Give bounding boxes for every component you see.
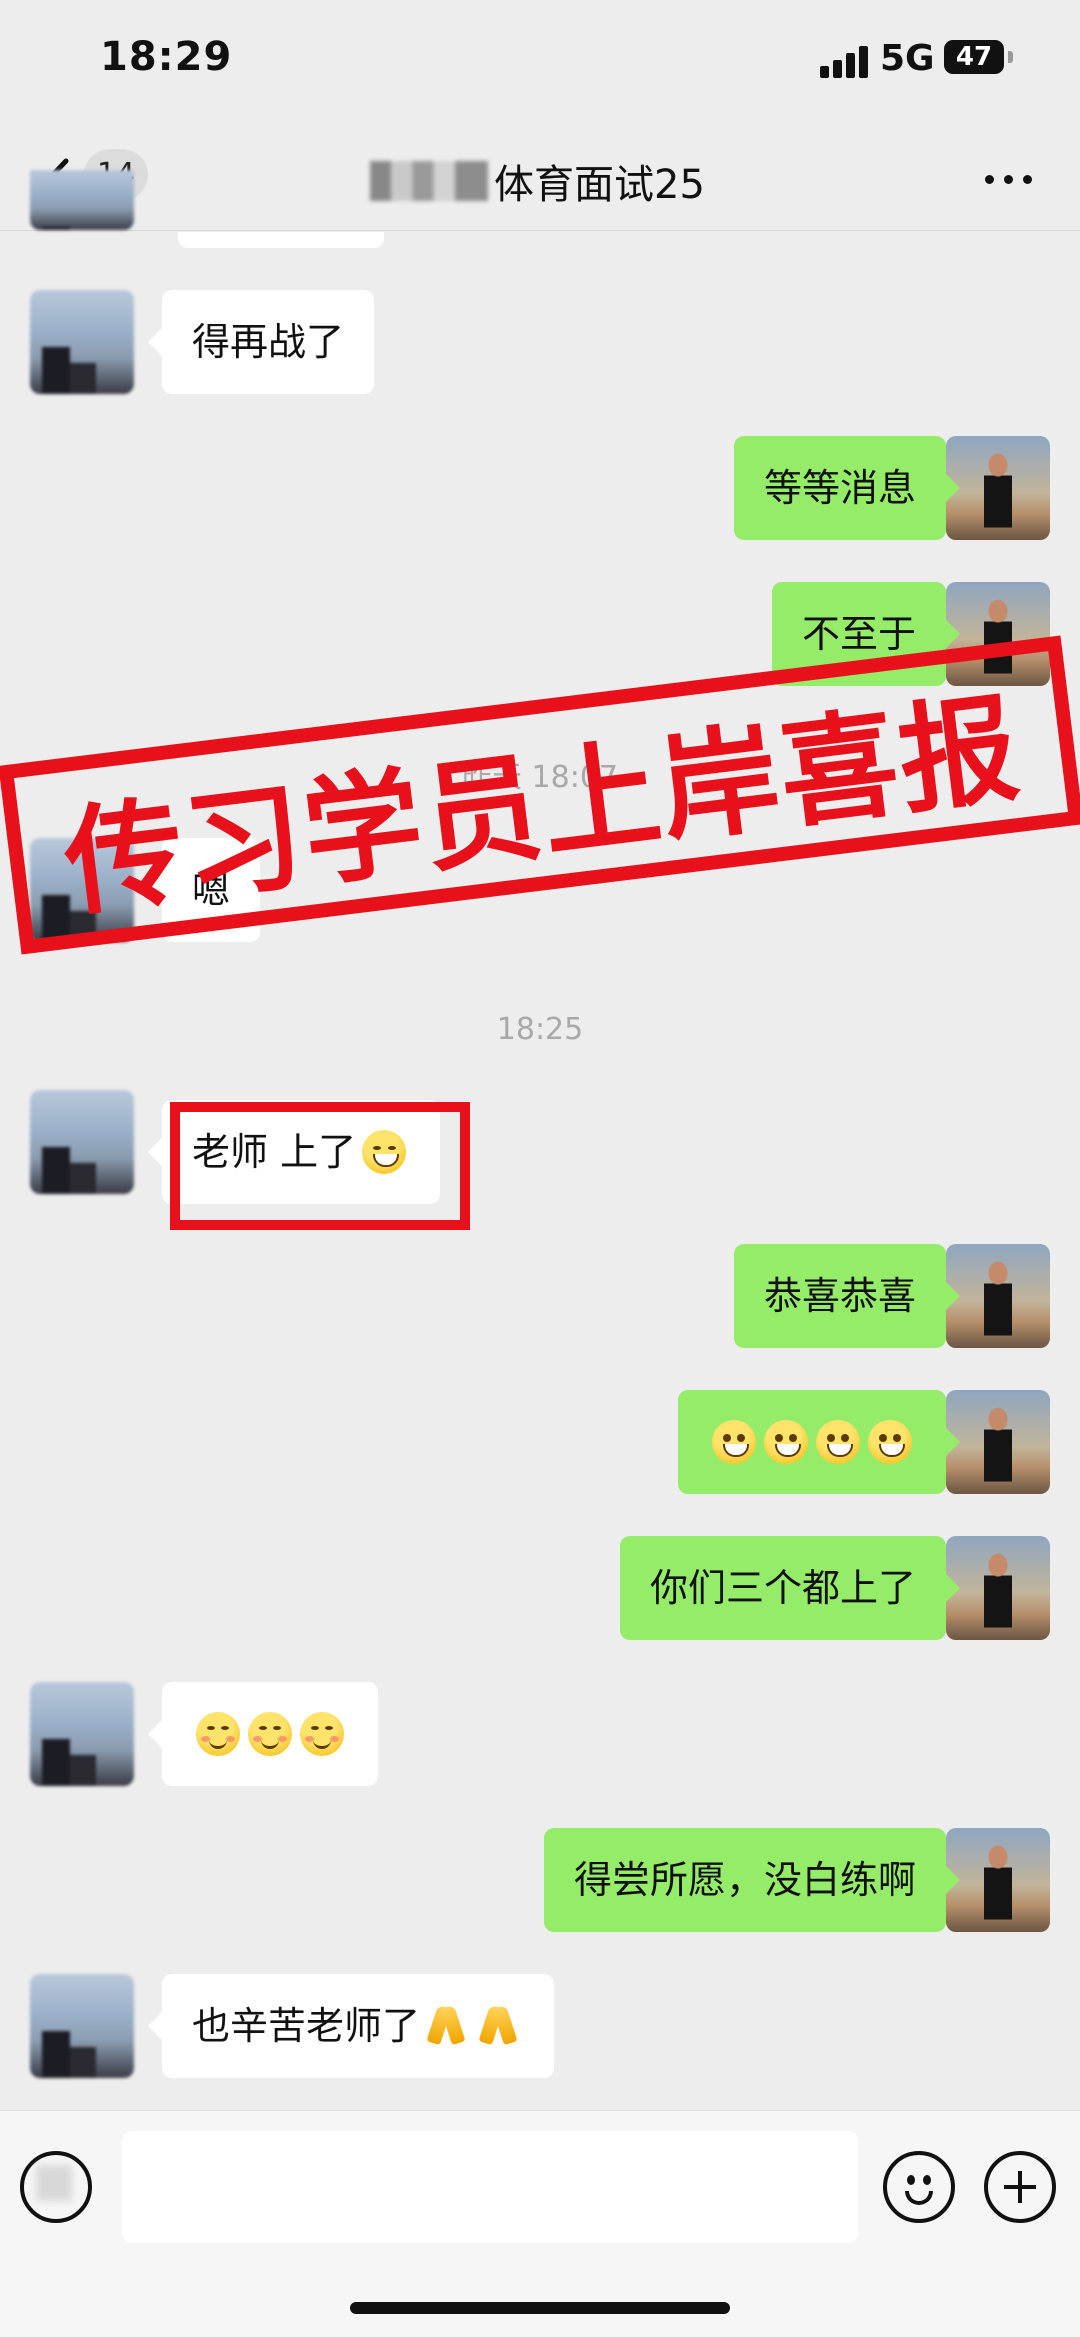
chat-title-text: 体育面试25 bbox=[494, 162, 705, 208]
timestamp-divider: 18:25 bbox=[496, 1012, 584, 1047]
blurred-name-prefix bbox=[370, 161, 488, 201]
message-bubble-incoming[interactable] bbox=[148, 1682, 378, 1786]
contact-avatar[interactable] bbox=[30, 1974, 134, 2078]
battery-icon: 47 bbox=[944, 40, 1004, 74]
message-text: 等等消息 bbox=[763, 466, 916, 510]
battery-tip bbox=[1008, 51, 1013, 63]
signal-strength-icon bbox=[820, 44, 870, 78]
chat-header: 14 体育面试25 bbox=[0, 130, 1080, 231]
message-text: 得尝所愿，没白练啊 bbox=[573, 1858, 916, 1902]
blush-emoji-icon bbox=[248, 1712, 292, 1756]
self-avatar[interactable] bbox=[946, 1244, 1050, 1348]
blush-emoji-icon bbox=[196, 1712, 240, 1756]
message-bubble-outgoing[interactable]: 你们三个都上了 bbox=[619, 1536, 961, 1640]
message-text: 恭喜恭喜 bbox=[763, 1274, 916, 1318]
message-bubble-incoming[interactable]: 也辛苦老师了 bbox=[147, 1974, 555, 2078]
stamp-text: 传习学员上岸喜报 bbox=[57, 678, 1028, 933]
grin-emoji-icon bbox=[868, 1420, 912, 1464]
status-bar: 18:29 5G 47 bbox=[0, 0, 1080, 130]
message-bubble-outgoing[interactable] bbox=[678, 1390, 960, 1494]
blush-emoji-icon bbox=[300, 1712, 344, 1756]
contact-avatar[interactable] bbox=[30, 290, 134, 394]
message-bubble-outgoing[interactable]: 恭喜恭喜 bbox=[733, 1244, 961, 1348]
grin-emoji-icon bbox=[712, 1420, 756, 1464]
self-avatar[interactable] bbox=[946, 1390, 1050, 1494]
more-dots-icon[interactable] bbox=[985, 170, 1033, 190]
grin-emoji-icon bbox=[816, 1420, 860, 1464]
home-indicator[interactable] bbox=[350, 2302, 730, 2314]
self-avatar[interactable] bbox=[946, 1536, 1050, 1640]
network-type: 5G bbox=[880, 38, 935, 79]
chat-title: 体育面试25 bbox=[370, 152, 705, 210]
message-bubble-outgoing[interactable]: 等等消息 bbox=[733, 436, 961, 540]
message-text: 不至于 bbox=[801, 612, 916, 656]
highlight-box bbox=[170, 1102, 470, 1230]
promo-stamp-banner: 传习学员上岸喜报 bbox=[0, 635, 1080, 955]
folded-hands-emoji-icon bbox=[476, 2004, 520, 2048]
message-bubble-outgoing[interactable]: 得尝所愿，没白练啊 bbox=[543, 1828, 961, 1932]
folded-hands-emoji-icon bbox=[424, 2004, 468, 2048]
voice-icon[interactable] bbox=[20, 2151, 92, 2223]
message-text: 你们三个都上了 bbox=[649, 1566, 916, 1610]
emoji-smile-icon[interactable] bbox=[883, 2151, 955, 2223]
message-bubble-incoming[interactable]: 得再战了 bbox=[147, 290, 375, 394]
grin-emoji-icon bbox=[764, 1420, 808, 1464]
message-text: 得再战了 bbox=[192, 320, 345, 364]
contact-avatar[interactable] bbox=[30, 1090, 134, 1194]
contact-avatar[interactable] bbox=[30, 1682, 134, 1786]
contact-avatar[interactable] bbox=[30, 170, 134, 230]
plus-circle-icon[interactable] bbox=[984, 2151, 1056, 2223]
self-avatar[interactable] bbox=[946, 1828, 1050, 1932]
self-avatar[interactable] bbox=[946, 436, 1050, 540]
message-input[interactable] bbox=[122, 2131, 858, 2243]
status-time: 18:29 bbox=[100, 34, 233, 80]
message-bubble-partial bbox=[178, 232, 384, 248]
message-text: 也辛苦老师了 bbox=[192, 2004, 421, 2048]
